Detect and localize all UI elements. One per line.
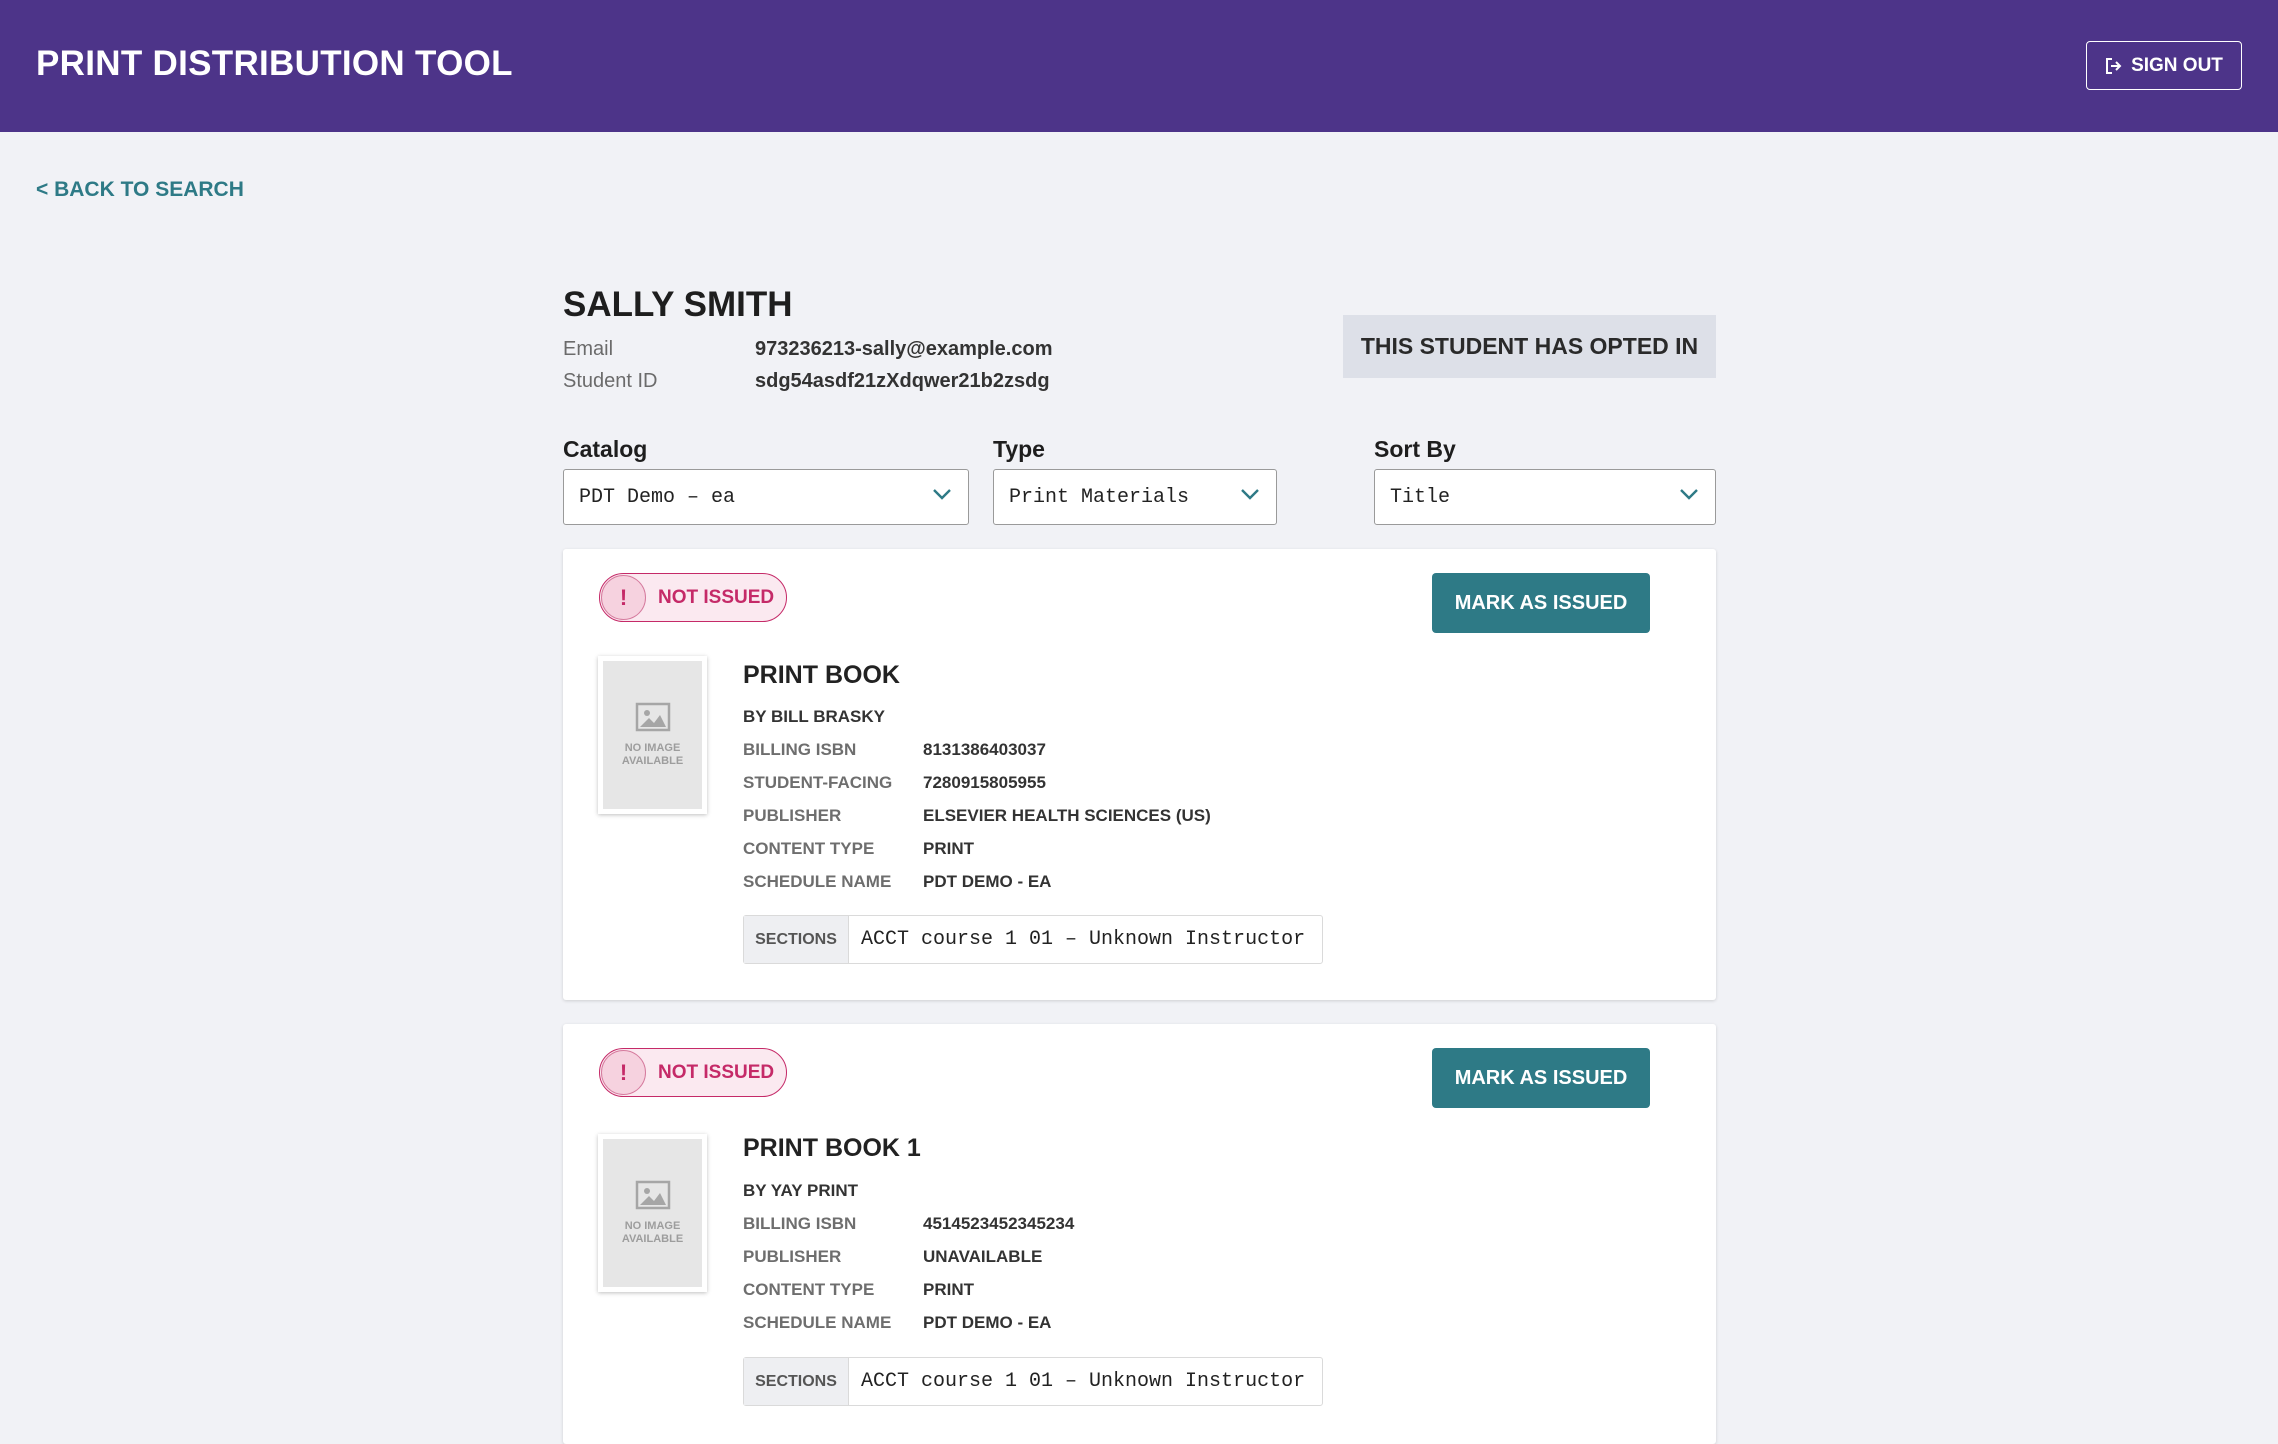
publisher-value: ELSEVIER HEALTH SCIENCES (US) <box>923 806 1211 825</box>
student-id-label: Student ID <box>563 370 658 392</box>
publisher-label: PUBLISHER <box>743 1247 842 1266</box>
not-issued-status-badge: ! NOT ISSUED <box>599 573 787 622</box>
sort-by-select-value: Title <box>1390 485 1451 509</box>
schedule-name-value: PDT DEMO - EA <box>923 872 1052 891</box>
catalog-select[interactable]: PDT Demo – ea <box>563 469 969 525</box>
content-type-value: PRINT <box>923 1280 974 1299</box>
sort-by-label: Sort By <box>1374 436 1456 462</box>
type-select-value: Print Materials <box>1009 485 1190 509</box>
book-author: BY YAY PRINT <box>743 1181 858 1200</box>
image-placeholder-icon <box>635 702 670 732</box>
sections-value: ACCT course 1 01 – Unknown Instructor <box>861 928 1306 951</box>
mark-as-issued-button[interactable]: MARK AS ISSUED <box>1432 573 1650 633</box>
publisher-label: PUBLISHER <box>743 806 842 825</box>
sign-out-icon <box>2106 57 2122 74</box>
email-value: 973236213-sally@example.com <box>755 338 1053 360</box>
sections-value: ACCT course 1 01 – Unknown Instructor <box>861 1370 1306 1393</box>
student-facing-label: STUDENT-FACING <box>743 773 893 792</box>
content-type-label: CONTENT TYPE <box>743 839 875 858</box>
not-issued-status-badge: ! NOT ISSUED <box>599 1048 787 1097</box>
material-card: ! NOT ISSUED MARK AS ISSUED NO IMAGE AVA… <box>563 1024 1716 1444</box>
sections-label: SECTIONS <box>744 1358 849 1405</box>
type-label: Type <box>993 436 1045 462</box>
book-title: PRINT BOOK 1 <box>743 1134 921 1162</box>
alert-icon: ! <box>601 575 646 620</box>
book-cover-placeholder: NO IMAGE AVAILABLE <box>598 1134 707 1292</box>
schedule-name-label: SCHEDULE NAME <box>743 1313 892 1332</box>
publisher-value: UNAVAILABLE <box>923 1247 1043 1266</box>
no-image-text: NO IMAGE AVAILABLE <box>621 742 684 767</box>
book-author: BY BILL BRASKY <box>743 707 886 726</box>
student-facing-value: 7280915805955 <box>923 773 1046 792</box>
main-content: SALLY SMITH Email 973236213-sally@exampl… <box>563 0 1716 1444</box>
billing-isbn-value: 8131386403037 <box>923 740 1046 759</box>
material-card: ! NOT ISSUED MARK AS ISSUED NO IMAGE AVA… <box>563 549 1716 1000</box>
sections-label: SECTIONS <box>744 916 849 963</box>
sort-by-select[interactable]: Title <box>1374 469 1716 525</box>
email-label: Email <box>563 338 614 360</box>
status-label: NOT ISSUED <box>658 586 775 608</box>
billing-isbn-label: BILLING ISBN <box>743 1214 857 1233</box>
schedule-name-value: PDT DEMO - EA <box>923 1313 1052 1332</box>
billing-isbn-label: BILLING ISBN <box>743 740 857 759</box>
sections-field: SECTIONS ACCT course 1 01 – Unknown Inst… <box>743 1357 1323 1406</box>
book-cover-placeholder: NO IMAGE AVAILABLE <box>598 656 707 814</box>
status-label: NOT ISSUED <box>658 1061 775 1083</box>
chevron-down-icon <box>933 489 951 500</box>
billing-isbn-value: 4514523452345234 <box>923 1214 1075 1233</box>
catalog-label: Catalog <box>563 436 648 462</box>
content-type-value: PRINT <box>923 839 974 858</box>
schedule-name-label: SCHEDULE NAME <box>743 872 892 891</box>
student-name: SALLY SMITH <box>563 285 793 324</box>
alert-icon: ! <box>601 1050 646 1095</box>
no-image-text: NO IMAGE AVAILABLE <box>621 1220 684 1245</box>
student-id-value: sdg54asdf21zXdqwer21b2zsdg <box>755 370 1050 392</box>
sections-field: SECTIONS ACCT course 1 01 – Unknown Inst… <box>743 915 1323 964</box>
chevron-down-icon <box>1241 489 1259 500</box>
catalog-select-value: PDT Demo – ea <box>579 485 736 509</box>
image-placeholder-icon <box>635 1180 670 1210</box>
opt-in-status-badge: THIS STUDENT HAS OPTED IN <box>1343 315 1716 378</box>
back-to-search-link[interactable]: < BACK TO SEARCH <box>36 178 244 202</box>
chevron-down-icon <box>1680 489 1698 500</box>
content-type-label: CONTENT TYPE <box>743 1280 875 1299</box>
mark-as-issued-button[interactable]: MARK AS ISSUED <box>1432 1048 1650 1108</box>
app-title: PRINT DISTRIBUTION TOOL <box>36 44 513 83</box>
type-select[interactable]: Print Materials <box>993 469 1277 525</box>
book-title: PRINT BOOK <box>743 661 900 689</box>
sign-out-button[interactable]: SIGN OUT <box>2086 41 2242 90</box>
sign-out-label: SIGN OUT <box>2131 54 2223 76</box>
